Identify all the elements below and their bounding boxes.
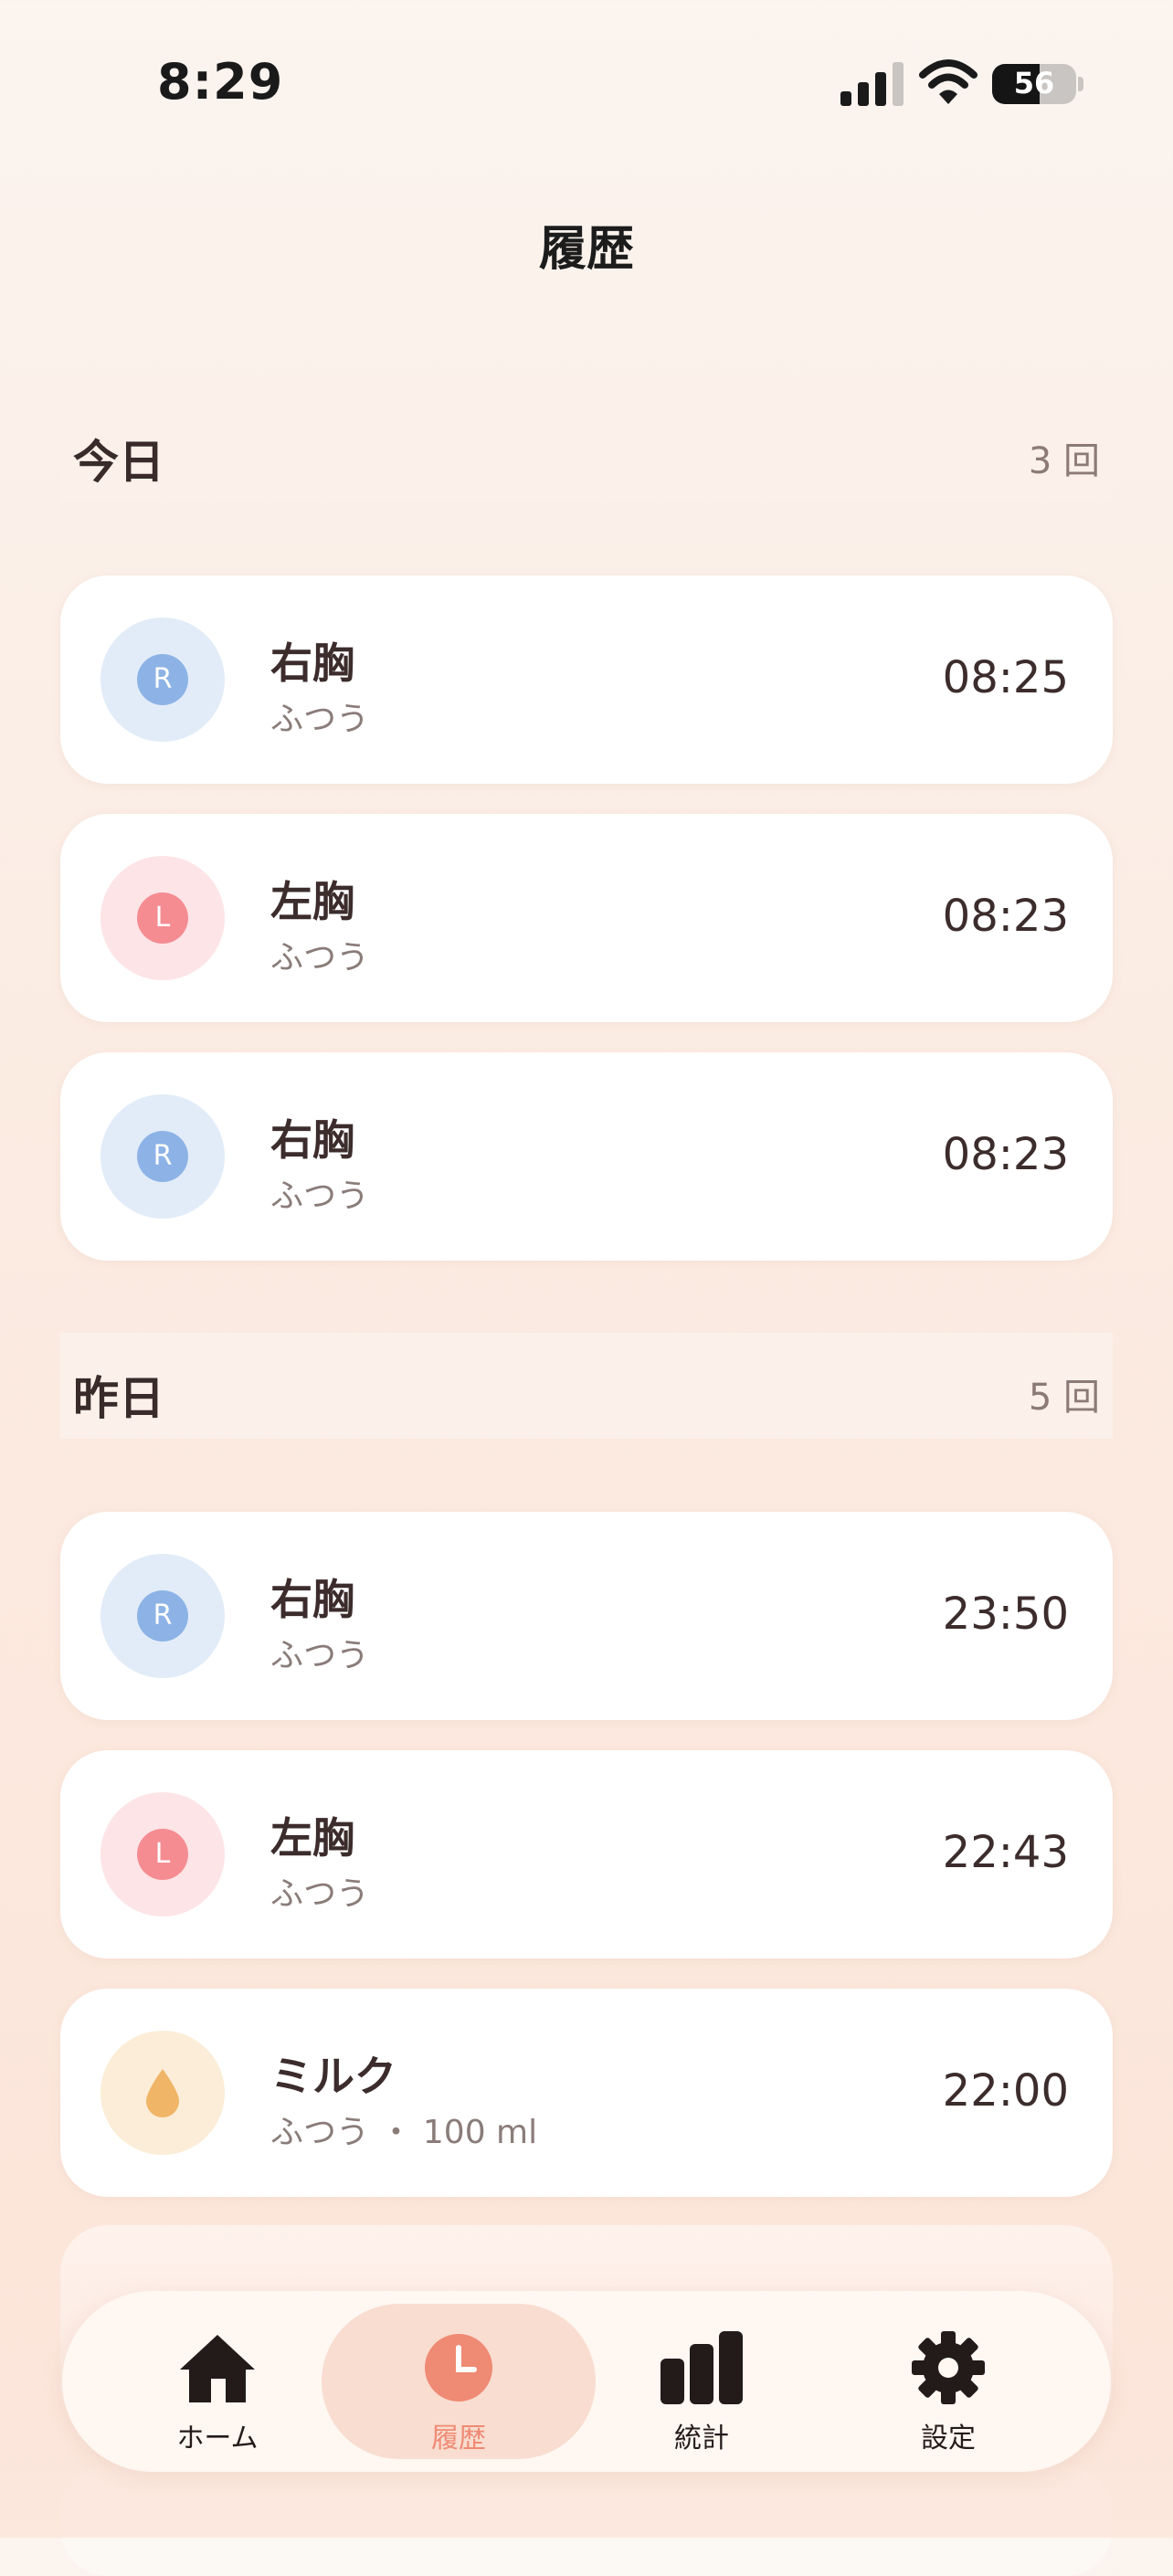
entry-title: 右胸 [270, 1115, 354, 1165]
entry-time: 08:25 [942, 652, 1069, 703]
tab-label: 履歴 [431, 2423, 486, 2455]
entry-time: 22:43 [942, 1827, 1069, 1878]
entry-subtitle: ふつう [270, 1177, 370, 1215]
right-badge-icon: R [137, 1131, 188, 1182]
status-time: 8:29 [157, 53, 284, 111]
entry-title: 左胸 [270, 1813, 354, 1863]
section-header-yesterday: 昨日 5 回 [60, 1333, 1113, 1439]
entry-subtitle: ふつう [270, 701, 370, 738]
entry-title: 右胸 [270, 1575, 354, 1624]
entry-title: 右胸 [270, 639, 354, 688]
entry-time: 22:00 [942, 2065, 1069, 2117]
entry-subtitle: ふつう [270, 1875, 370, 1913]
wifi-icon [919, 59, 978, 104]
entry-subtitle: ふつう [270, 1637, 370, 1674]
list-item[interactable]: R 右胸 ふつう 08:25 [60, 575, 1113, 784]
section-count: 5 回 [1028, 1377, 1100, 1419]
tab-label: 統計 [674, 2423, 729, 2455]
entry-title: ミルク [270, 2052, 396, 2101]
section-title: 今日 [73, 436, 164, 489]
right-breast-avatar: R [100, 618, 225, 742]
status-bar: 8:29 56 [0, 0, 1173, 146]
battery-icon: 56 [992, 64, 1076, 104]
entry-subtitle: ふつう [270, 939, 370, 977]
left-breast-avatar: L [100, 1792, 225, 1916]
right-breast-avatar: R [100, 1554, 225, 1678]
tab-home[interactable]: ホーム [80, 2304, 354, 2459]
tab-label: 設定 [921, 2423, 976, 2455]
section-count: 3 回 [1028, 440, 1100, 482]
section-title: 昨日 [73, 1372, 164, 1425]
entry-subtitle: ふつう ・ 100 ml [270, 2114, 538, 2151]
list-item[interactable]: L 左胸 ふつう 22:43 [60, 1750, 1113, 1958]
page-title: 履歴 [538, 222, 634, 277]
entry-time: 23:50 [942, 1589, 1069, 1640]
milk-drop-icon [146, 2069, 179, 2117]
milk-avatar [100, 2031, 225, 2155]
list-item[interactable]: R 右胸 ふつう 23:50 [60, 1512, 1113, 1720]
battery-percent: 56 [1013, 66, 1055, 100]
battery-tip [1078, 77, 1083, 91]
list-item[interactable]: L 左胸 ふつう 08:23 [60, 814, 1113, 1022]
entry-time: 08:23 [942, 891, 1069, 942]
list-item[interactable]: R 右胸 ふつう 08:23 [60, 1052, 1113, 1261]
entry-time: 08:23 [942, 1129, 1069, 1180]
tab-settings[interactable]: 設定 [811, 2304, 1085, 2459]
left-badge-icon: L [137, 1829, 188, 1880]
right-breast-avatar: R [100, 1094, 225, 1219]
section-header-today: 今日 3 回 [60, 396, 1113, 502]
entry-title: 左胸 [270, 877, 354, 926]
tab-bar: ホーム 履歴 統計 設定 [62, 2291, 1111, 2472]
clock-icon [425, 2334, 492, 2402]
tab-label: ホーム [176, 2423, 259, 2455]
right-badge-icon: R [137, 654, 188, 705]
cellular-signal-icon [840, 62, 904, 106]
bar-chart-icon [660, 2331, 743, 2404]
left-badge-icon: L [137, 892, 188, 944]
tab-stats[interactable]: 統計 [565, 2304, 839, 2459]
tab-history[interactable]: 履歴 [322, 2304, 596, 2459]
home-icon [180, 2335, 255, 2402]
left-breast-avatar: L [100, 856, 225, 980]
list-item[interactable]: ミルク ふつう ・ 100 ml 22:00 [60, 1989, 1113, 2197]
gear-icon [912, 2331, 985, 2404]
right-badge-icon: R [137, 1590, 188, 1642]
